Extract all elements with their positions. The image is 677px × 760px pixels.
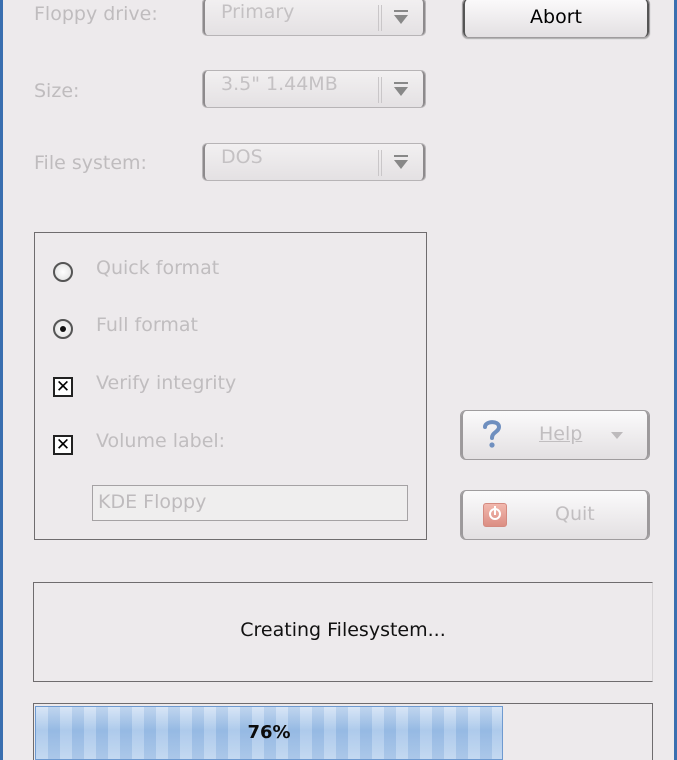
combo-grip xyxy=(378,5,379,31)
help-button[interactable]: Help xyxy=(460,410,650,460)
volume-label-input[interactable]: KDE Floppy xyxy=(92,485,408,521)
full-format-radio[interactable] xyxy=(53,319,73,339)
combo-grip xyxy=(378,77,379,103)
progress-percent: 76% xyxy=(247,722,291,743)
volume-label-value: KDE Floppy xyxy=(98,491,207,513)
volume-label-label: Volume label: xyxy=(96,430,226,452)
verify-integrity-checkbox[interactable]: ✕ xyxy=(53,377,73,397)
help-label: Help xyxy=(539,423,583,445)
arrow-down-icon xyxy=(391,151,411,175)
full-format-label: Full format xyxy=(96,314,198,336)
floppy-drive-label: Floppy drive: xyxy=(34,3,158,25)
arrow-down-icon xyxy=(391,78,411,102)
file-system-select[interactable]: DOS xyxy=(202,143,426,181)
status-text: Creating Filesystem... xyxy=(240,619,446,641)
file-system-label: File system: xyxy=(34,152,147,174)
combo-grip xyxy=(378,150,379,176)
quit-label: Quit xyxy=(555,503,595,525)
verify-integrity-label: Verify integrity xyxy=(96,372,237,394)
floppy-drive-select[interactable]: Primary xyxy=(202,0,426,36)
size-select[interactable]: 3.5" 1.44MB xyxy=(202,70,426,108)
chevron-down-icon xyxy=(611,432,623,439)
size-value: 3.5" 1.44MB xyxy=(221,73,338,95)
power-icon xyxy=(483,503,507,527)
window-frame-left xyxy=(0,0,3,760)
arrow-down-icon xyxy=(391,6,411,30)
status-panel: Creating Filesystem... xyxy=(33,582,653,682)
quick-format-label: Quick format xyxy=(96,257,220,279)
quick-format-radio[interactable] xyxy=(53,262,73,282)
abort-button[interactable]: Abort xyxy=(462,0,650,38)
file-system-value: DOS xyxy=(221,146,263,168)
size-label: Size: xyxy=(34,80,80,102)
question-mark-icon xyxy=(483,420,502,448)
quit-button[interactable]: Quit xyxy=(460,490,650,540)
floppy-drive-value: Primary xyxy=(221,1,295,23)
volume-label-checkbox[interactable]: ✕ xyxy=(53,435,73,455)
